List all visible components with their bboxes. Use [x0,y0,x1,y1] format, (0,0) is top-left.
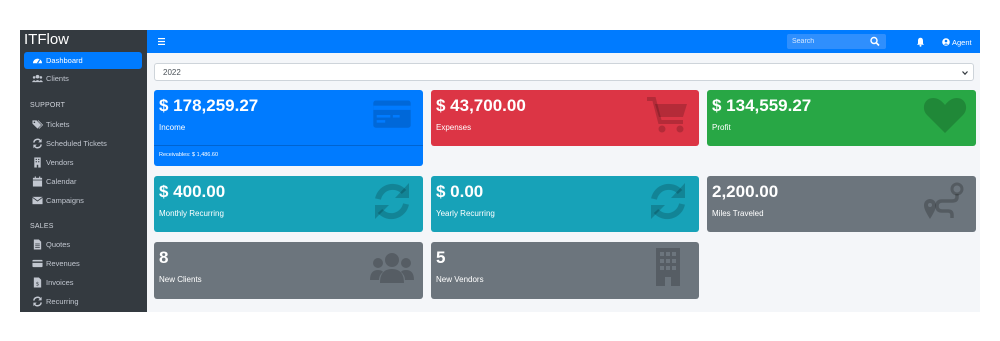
expenses-card[interactable]: $ 43,700.00 Expenses [431,90,699,146]
heart-icon [923,98,967,133]
card-value: $ 400.00 [159,182,226,201]
sync-icon [651,183,685,220]
file-icon [33,239,42,250]
card-label: Monthly Recurring [159,209,224,218]
profit-card[interactable]: $ 134,559.27 Profit [707,90,976,146]
card-label: New Clients [159,275,202,284]
building-icon [34,157,41,168]
sidebar-item-tickets[interactable]: Tickets [24,116,142,133]
sidebar-item-label: Quotes [46,240,71,249]
sidebar-item-label: Vendors [46,158,74,167]
sidebar: ITFlow Dashboard Clients SUPPORT Tickets [20,30,147,312]
credit-card-icon [32,259,43,268]
invoice-icon: $ [33,277,42,288]
sidebar-item-label: Campaigns [46,196,84,205]
new-vendors-card[interactable]: 5 New Vendors [431,242,699,299]
receivables-text: Receivables: $ 1,486.60 [159,152,219,158]
user-menu[interactable]: Agent [942,36,972,48]
sidebar-item-clients[interactable]: Clients [24,70,142,87]
search-box [787,34,886,49]
sidebar-item-vendors[interactable]: Vendors [24,154,142,171]
card-label: Yearly Recurring [436,209,495,218]
year-select-value: 2022 [163,68,181,77]
top-navbar: Agent [147,30,980,53]
svg-text:$: $ [36,281,40,287]
card-value: 5 [436,248,446,267]
card-value: 8 [159,248,169,267]
search-input[interactable] [787,34,872,49]
user-circle-icon [942,38,950,46]
users-icon [370,253,414,283]
sync-icon [33,296,42,307]
card-value: $ 43,700.00 [436,96,526,115]
users-icon [32,74,43,83]
sidebar-item-quotes[interactable]: Quotes [24,236,142,253]
card-label: Profit [712,123,731,132]
sidebar-item-label: Revenues [46,259,80,268]
user-name: Agent [952,37,972,47]
sidebar-item-label: Calendar [46,177,77,186]
year-select[interactable]: 2022 [154,63,974,81]
card-value: $ 134,559.27 [712,96,812,115]
miles-traveled-card[interactable]: 2,200.00 Miles Traveled [707,176,976,232]
card-value: $ 0.00 [436,182,484,201]
sidebar-item-label: Tickets [46,120,70,129]
sidebar-item-recurring[interactable]: Recurring [24,293,142,310]
sidebar-item-label: Clients [46,74,69,83]
sync-icon [375,183,409,220]
tags-icon [32,120,43,129]
dashboard-icon [32,58,43,64]
sidebar-header-sales: SALES [30,223,54,230]
card-value: $ 178,259.27 [159,96,259,115]
shopping-cart-icon [647,97,687,133]
sidebar-header-support: SUPPORT [30,102,66,109]
card-label: Miles Traveled [712,209,764,218]
hamburger-menu-icon[interactable] [157,36,167,47]
sidebar-item-campaigns[interactable]: Campaigns [24,192,142,209]
sidebar-item-label: Scheduled Tickets [46,139,107,148]
sidebar-item-scheduled-tickets[interactable]: Scheduled Tickets [24,135,142,152]
card-label: Expenses [436,123,472,132]
sidebar-item-invoices[interactable]: $ Invoices [24,274,142,291]
card-label: Income [159,123,186,132]
envelope-icon [32,196,43,205]
sidebar-item-calendar[interactable]: Calendar [24,173,142,190]
app-window: ITFlow Dashboard Clients SUPPORT Tickets [20,30,980,312]
sync-icon [33,138,42,149]
card-footer: Receivables: $ 1,486.60 [154,145,423,166]
bell-icon[interactable] [916,37,925,47]
monthly-recurring-card[interactable]: $ 400.00 Monthly Recurring [154,176,423,232]
sidebar-item-dashboard[interactable]: Dashboard [24,52,142,69]
income-card[interactable]: $ 178,259.27 Income Receivables: $ 1,486… [154,90,423,166]
sidebar-item-label: Recurring [46,297,79,306]
route-icon [924,182,964,219]
building-icon [656,248,680,286]
search-icon[interactable] [869,36,881,47]
calendar-icon [32,176,43,187]
sidebar-item-label: Invoices [46,278,74,287]
card-label: New Vendors [436,275,484,284]
card-value: 2,200.00 [712,182,779,201]
chevron-down-icon [962,71,968,76]
brand-logo[interactable]: ITFlow [24,31,69,49]
sidebar-item-revenues[interactable]: Revenues [24,255,142,272]
yearly-recurring-card[interactable]: $ 0.00 Yearly Recurring [431,176,699,232]
sidebar-item-label: Dashboard [46,56,83,65]
new-clients-card[interactable]: 8 New Clients [154,242,423,299]
credit-card-icon [373,100,411,128]
